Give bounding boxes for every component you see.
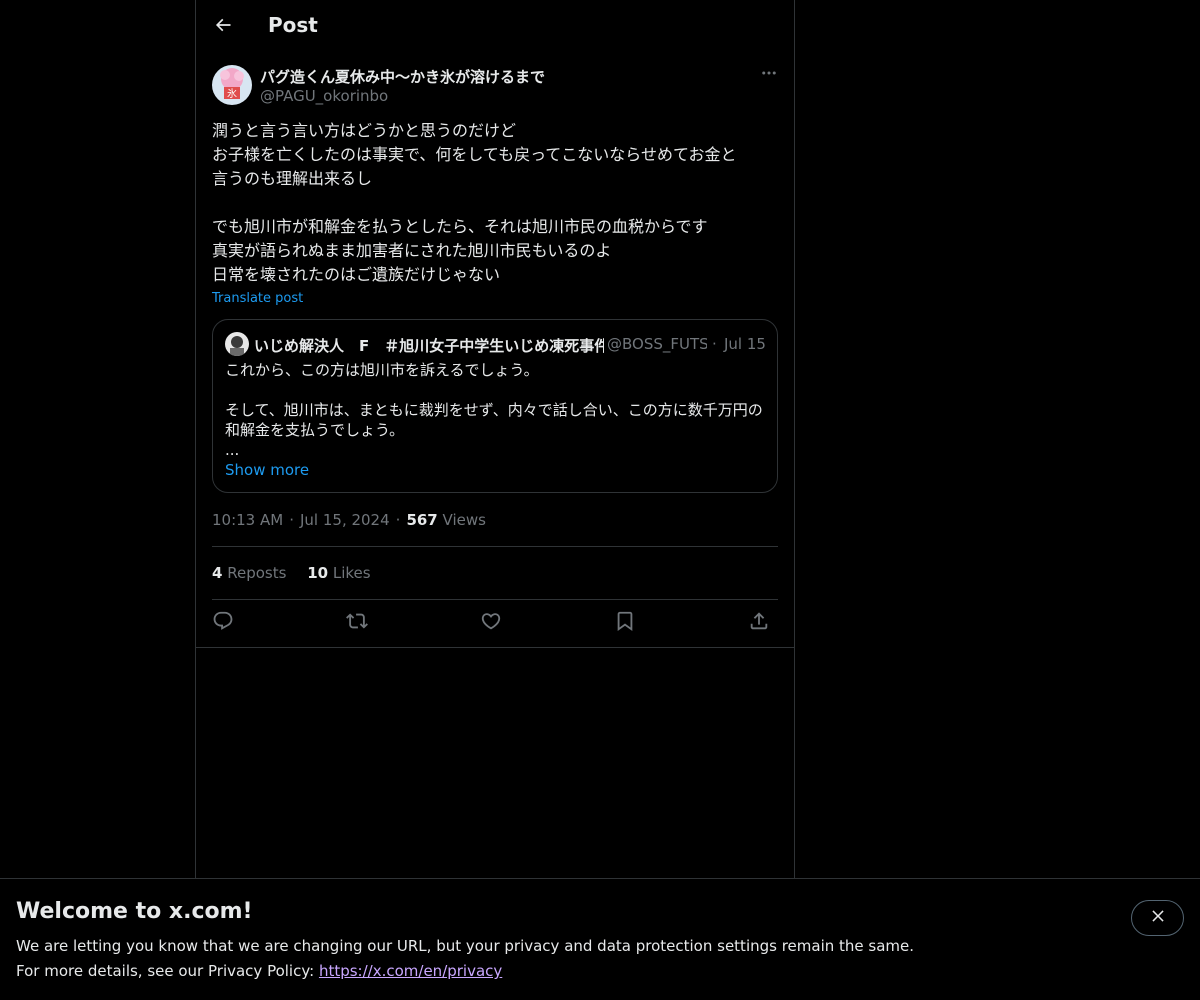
more-horizontal-icon bbox=[760, 64, 778, 86]
more-button[interactable] bbox=[758, 64, 780, 86]
reply-button[interactable] bbox=[208, 608, 238, 638]
meta-separator: · bbox=[289, 511, 294, 529]
post-text: 潤うと言う言い方はどうかと思うのだけど お子様を亡くしたのは事実で、何をしても戻… bbox=[212, 119, 782, 287]
post-column: Post 氷 パグ造くん夏休み中〜かき氷が溶けるまで @PAGU_okorinb… bbox=[195, 0, 795, 880]
quote-handle: @BOSS_FUTSUI bbox=[607, 335, 707, 353]
post-bottom-border bbox=[196, 647, 794, 648]
heart-icon bbox=[480, 610, 502, 636]
quote-display-name: いじめ解決人 F ＃旭川女子中学生いじめ凍死事件 bbox=[254, 337, 604, 355]
post-text-line: 潤うと言う言い方はどうかと思うのだけど bbox=[212, 121, 517, 140]
url-change-banner: Welcome to x.com! We are letting you kno… bbox=[0, 878, 1200, 1000]
banner-title: Welcome to x.com! bbox=[16, 899, 253, 924]
post-time[interactable]: 10:13 AM bbox=[212, 511, 283, 529]
author-display-name[interactable]: パグ造くん夏休み中〜かき氷が溶けるまで bbox=[260, 66, 545, 87]
post-text-line: でも旭川市が和解金を払うとしたら、それは旭川市民の血税からです bbox=[212, 217, 708, 236]
reposts-stat[interactable]: 4 Reposts bbox=[212, 564, 286, 582]
post-text-line bbox=[212, 191, 782, 215]
close-icon bbox=[1149, 907, 1167, 929]
quote-text-line bbox=[225, 380, 770, 400]
quote-date: Jul 15 bbox=[724, 335, 766, 353]
post-text-line: お子様を亡くしたのは事実で、何をしても戻ってこないならせめてお金と bbox=[212, 145, 737, 164]
quote-text-line: そして、旭川市は、まともに裁判をせず、内々で話し合い、この方に数千万円の bbox=[225, 401, 763, 419]
post-stats: 4 Reposts 10 Likes bbox=[212, 564, 387, 582]
share-icon bbox=[748, 610, 770, 636]
likes-count: 10 bbox=[307, 564, 329, 582]
quoted-post[interactable]: いじめ解決人 F ＃旭川女子中学生いじめ凍死事件 @BOSS_FUTSUI · … bbox=[212, 319, 778, 493]
repost-button[interactable] bbox=[342, 608, 372, 638]
divider bbox=[212, 546, 778, 547]
divider bbox=[212, 599, 778, 600]
show-more-link[interactable]: Show more bbox=[225, 461, 309, 479]
post-text-line: 言うのも理解出来るし bbox=[212, 169, 373, 188]
privacy-policy-link[interactable]: https://x.com/en/privacy bbox=[319, 962, 502, 980]
quote-avatar bbox=[225, 332, 249, 356]
quote-text-line: 和解金を支払うでしょう。 bbox=[225, 421, 405, 439]
banner-privacy-prefix: For more details, see our Privacy Policy… bbox=[16, 962, 319, 980]
post-date[interactable]: Jul 15, 2024 bbox=[300, 511, 390, 529]
bookmark-icon bbox=[614, 610, 636, 636]
action-bar bbox=[212, 608, 778, 638]
likes-label: Likes bbox=[332, 564, 371, 582]
like-button[interactable] bbox=[476, 608, 506, 638]
close-banner-button[interactable] bbox=[1131, 900, 1184, 936]
reply-icon bbox=[212, 610, 234, 636]
page-title: Post bbox=[268, 13, 318, 37]
post-meta: 10:13 AM · Jul 15, 2024 · 567 Views bbox=[212, 511, 486, 529]
avatar[interactable]: 氷 bbox=[212, 65, 252, 105]
back-button[interactable] bbox=[208, 9, 238, 45]
meta-separator: · bbox=[395, 511, 401, 529]
author-handle[interactable]: @PAGU_okorinbo bbox=[260, 87, 388, 105]
reposts-count: 4 bbox=[212, 564, 223, 582]
views-label: Views bbox=[442, 511, 486, 529]
arrow-left-icon bbox=[213, 15, 233, 39]
svg-text:氷: 氷 bbox=[227, 87, 237, 100]
post-text-line: 真実が語られぬまま加害者にされた旭川市民もいるのよ bbox=[212, 241, 612, 260]
quote-separator: · bbox=[712, 335, 717, 353]
banner-privacy-line: For more details, see our Privacy Policy… bbox=[16, 962, 502, 980]
reposts-label: Reposts bbox=[227, 564, 287, 582]
bookmark-button[interactable] bbox=[610, 608, 640, 638]
share-button[interactable] bbox=[744, 608, 774, 638]
post-text-line: 日常を壊されたのはご遺族だけじゃない bbox=[212, 265, 501, 284]
page-header: Post bbox=[196, 0, 794, 54]
banner-message: We are letting you know that we are chan… bbox=[16, 937, 915, 955]
views-count: 567 bbox=[406, 511, 438, 529]
quote-text: これから、この方は旭川市を訴えるでしょう。 そして、旭川市は、まともに裁判をせず… bbox=[225, 360, 770, 460]
repost-icon bbox=[346, 610, 368, 636]
likes-stat[interactable]: 10 Likes bbox=[307, 564, 370, 582]
quote-text-line: これから、この方は旭川市を訴えるでしょう。 bbox=[225, 361, 539, 379]
translate-post-link[interactable]: Translate post bbox=[212, 291, 303, 306]
quote-text-line: ... bbox=[225, 441, 240, 459]
